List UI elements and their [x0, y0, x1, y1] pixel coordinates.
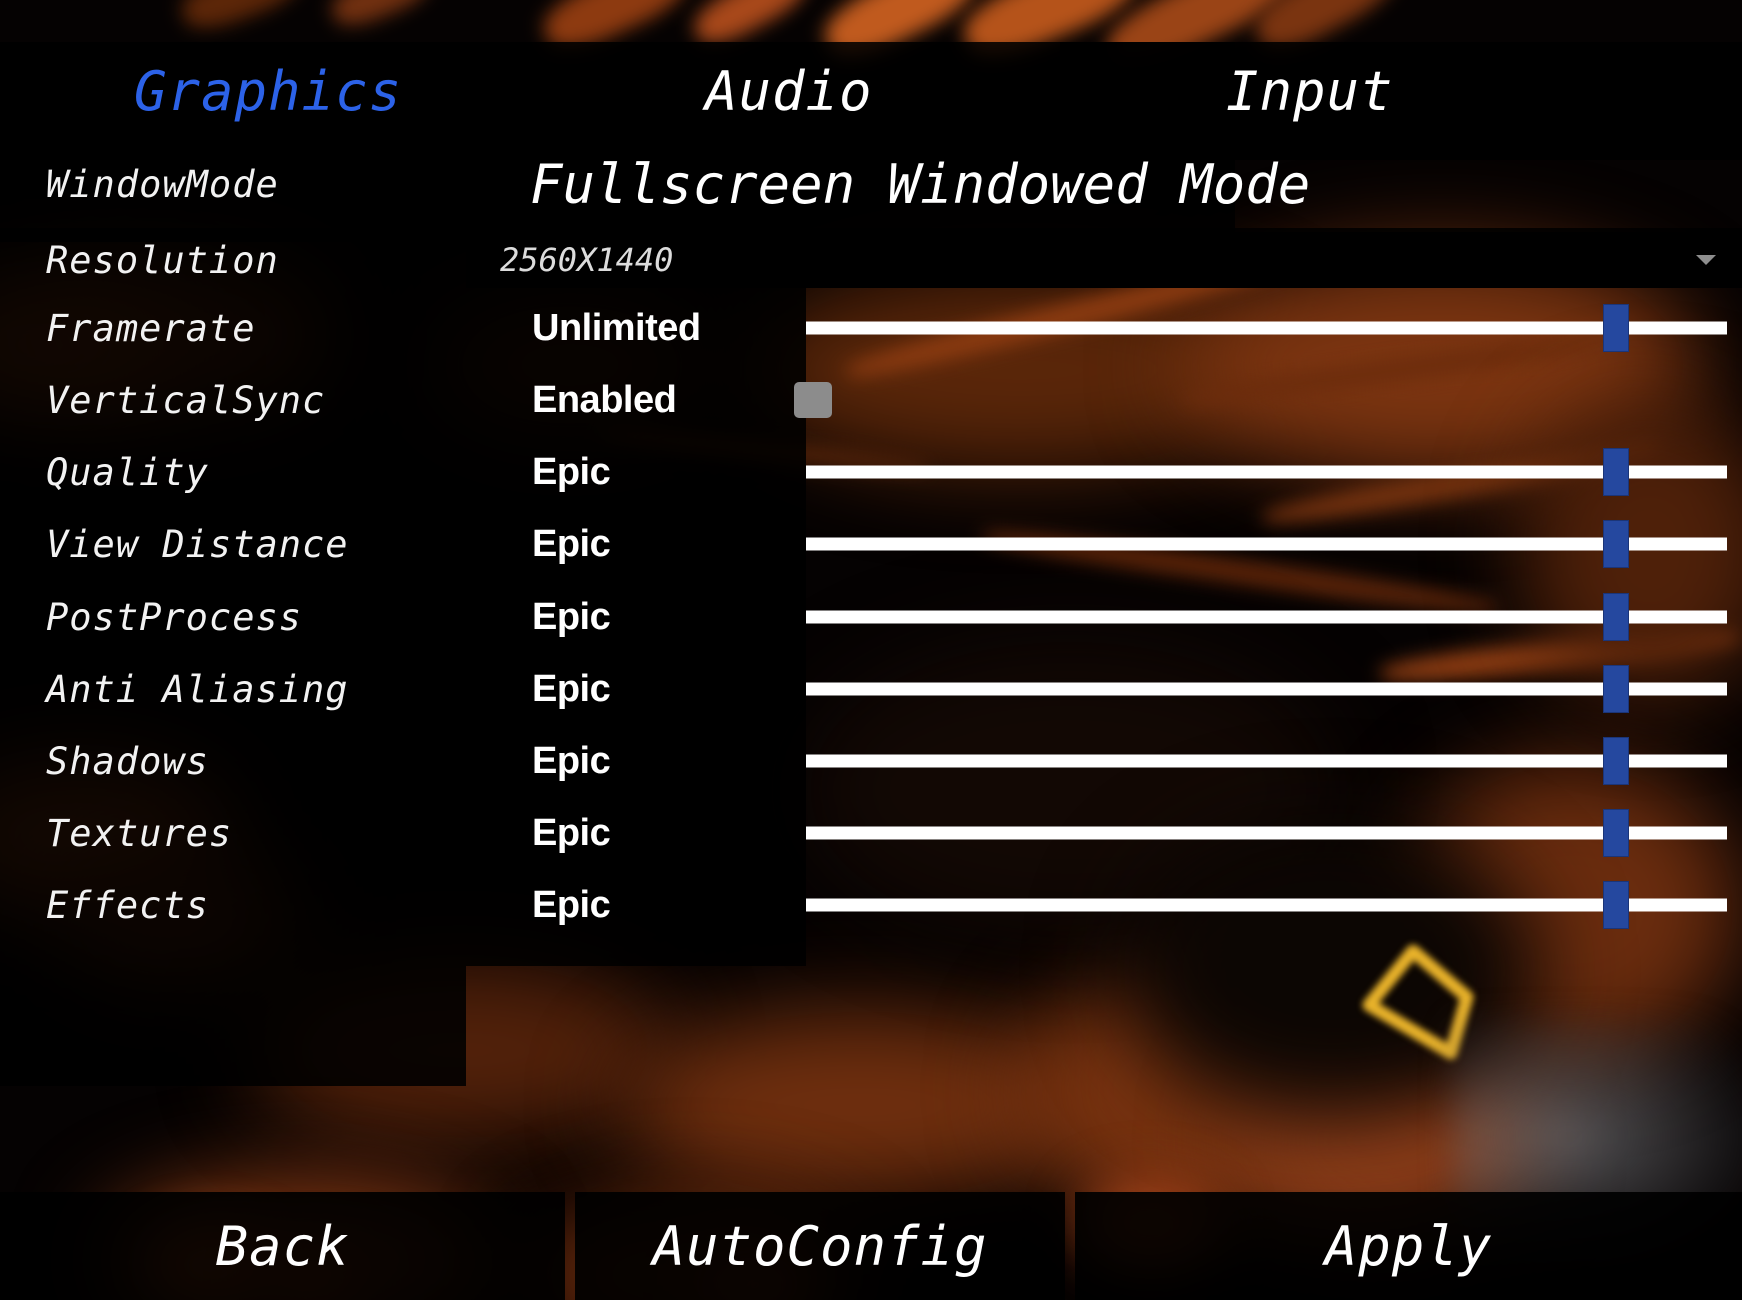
slider-handle[interactable]: [1603, 304, 1630, 352]
setting-label-anti-aliasing: Anti Aliasing: [46, 667, 349, 711]
settings-screen: Graphics Audio Input WindowMode Fullscre…: [0, 0, 1742, 1300]
setting-label-effects: Effects: [46, 883, 209, 927]
setting-label-view-distance: View Distance: [46, 522, 349, 566]
slider-handle[interactable]: [1603, 665, 1630, 713]
tab-audio[interactable]: Audio: [705, 65, 873, 119]
slider-track: [806, 682, 1727, 696]
slider-handle[interactable]: [1603, 448, 1630, 496]
setting-label-postprocess: PostProcess: [46, 595, 303, 639]
slider-handle[interactable]: [1603, 881, 1630, 929]
setting-label-framerate: Framerate: [46, 306, 256, 350]
setting-label-resolution: Resolution: [46, 238, 279, 282]
setting-row-verticalsync: VerticalSync Enabled: [0, 368, 1742, 432]
verticalsync-checkbox[interactable]: [794, 382, 832, 418]
quality-slider[interactable]: [806, 440, 1727, 504]
setting-label-quality: Quality: [46, 450, 209, 494]
slider-track: [806, 826, 1727, 840]
slider-handle[interactable]: [1603, 809, 1630, 857]
setting-row-resolution: Resolution 2560X1440: [0, 228, 1742, 292]
view-distance-slider[interactable]: [806, 512, 1727, 576]
slider-track: [806, 537, 1727, 551]
setting-label-textures: Textures: [46, 811, 233, 855]
slider-track: [806, 610, 1727, 624]
setting-value-framerate: Unlimited: [532, 306, 701, 349]
textures-slider[interactable]: [806, 801, 1727, 865]
effects-slider[interactable]: [806, 873, 1727, 937]
setting-label-verticalsync: VerticalSync: [46, 378, 326, 422]
setting-value-shadows: Epic: [532, 739, 611, 782]
slider-handle[interactable]: [1603, 737, 1630, 785]
setting-value-postprocess: Epic: [532, 595, 611, 638]
setting-row-shadows: Shadows Epic: [0, 729, 1742, 793]
slider-track: [806, 465, 1727, 479]
setting-value-quality: Epic: [532, 450, 611, 493]
shadows-slider[interactable]: [806, 729, 1727, 793]
postprocess-slider[interactable]: [806, 585, 1727, 649]
setting-row-textures: Textures Epic: [0, 801, 1742, 865]
setting-value-effects: Epic: [532, 883, 611, 926]
apply-button[interactable]: Apply: [1075, 1192, 1742, 1300]
setting-row-postprocess: PostProcess Epic: [0, 585, 1742, 649]
resolution-dropdown[interactable]: 2560X1440: [466, 232, 1742, 288]
setting-value-verticalsync: Enabled: [532, 378, 677, 421]
slider-track: [806, 898, 1727, 912]
setting-row-view-distance: View Distance Epic: [0, 512, 1742, 576]
setting-value-view-distance: Epic: [532, 522, 611, 565]
resolution-dropdown-value: 2560X1440: [500, 241, 674, 279]
slider-track: [806, 754, 1727, 768]
setting-value-windowmode[interactable]: Fullscreen Windowed Mode: [530, 152, 1310, 216]
setting-label-windowmode: WindowMode: [46, 162, 279, 206]
tab-graphics[interactable]: Graphics: [134, 65, 402, 119]
slider-handle[interactable]: [1603, 593, 1630, 641]
back-button[interactable]: Back: [0, 1192, 565, 1300]
setting-row-effects: Effects Epic: [0, 873, 1742, 937]
tab-input[interactable]: Input: [1226, 65, 1394, 119]
setting-row-framerate: Framerate Unlimited: [0, 296, 1742, 360]
framerate-slider[interactable]: [806, 296, 1727, 360]
setting-row-windowmode: WindowMode Fullscreen Windowed Mode: [0, 152, 1742, 216]
setting-value-textures: Epic: [532, 811, 611, 854]
setting-label-shadows: Shadows: [46, 739, 209, 783]
setting-row-quality: Quality Epic: [0, 440, 1742, 504]
slider-handle[interactable]: [1603, 520, 1630, 568]
chevron-down-icon[interactable]: [1696, 255, 1716, 265]
slider-track: [806, 321, 1727, 335]
setting-value-anti-aliasing: Epic: [532, 667, 611, 710]
anti-aliasing-slider[interactable]: [806, 657, 1727, 721]
setting-row-anti-aliasing: Anti Aliasing Epic: [0, 657, 1742, 721]
autoconfig-button[interactable]: AutoConfig: [575, 1192, 1065, 1300]
